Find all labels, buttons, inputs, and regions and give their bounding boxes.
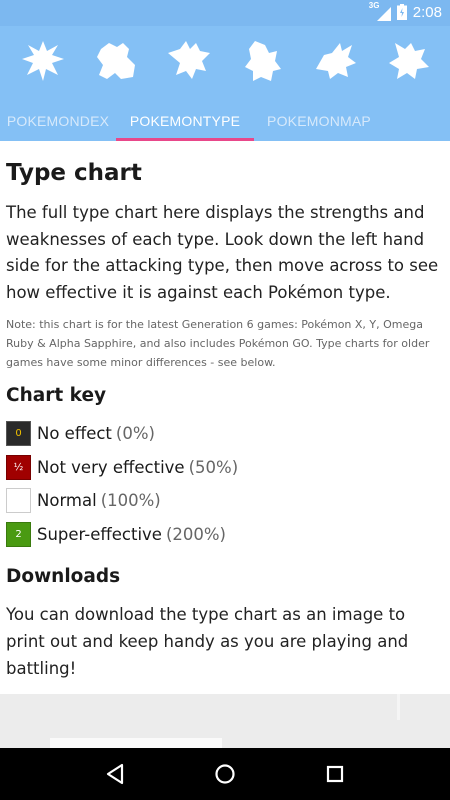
key-label: Super-effective	[37, 524, 162, 544]
downloads-paragraph: You can download the type chart as an im…	[6, 605, 409, 678]
key-item-normal: Normal (100%)	[6, 484, 444, 518]
recents-button[interactable]	[315, 754, 355, 794]
clock: 2:08	[412, 3, 442, 21]
key-swatch: ½	[6, 454, 31, 480]
tab-label: POKEMONTYPE	[129, 112, 241, 129]
back-button[interactable]	[95, 754, 135, 794]
key-percent: (50%)	[188, 457, 239, 477]
pokemon-silhouette-icon[interactable]	[236, 37, 288, 85]
page-title: Type chart	[6, 160, 142, 186]
navigation-bar	[0, 748, 450, 800]
home-icon	[215, 764, 235, 784]
back-icon	[106, 763, 124, 785]
battery-icon	[396, 4, 407, 20]
signal-icon: 3G	[369, 1, 391, 21]
key-item-not-very-effective: ½ Not very effective (50%)	[6, 451, 444, 485]
key-item-super-effective: 2 Super-effective (200%)	[6, 518, 444, 552]
tab-pokemonmap[interactable]: POKEMONMAP	[254, 100, 384, 141]
recents-icon	[326, 765, 344, 783]
key-swatch: 0	[6, 421, 31, 447]
status-icons: 3G 2:08	[369, 1, 442, 21]
tab-label: POKEMONDEX	[6, 112, 110, 129]
key-item-no-effect: 0 No effect (0%)	[6, 417, 444, 451]
pokemon-silhouette-icon[interactable]	[382, 37, 434, 85]
chart-key-heading: Chart key	[6, 385, 107, 406]
pokemon-silhouette-icon[interactable]	[309, 37, 361, 85]
pokemon-silhouette-icon[interactable]	[163, 37, 215, 85]
generation-note: Note: this chart is for the latest Gener…	[6, 318, 430, 369]
scroll-indicator	[397, 694, 400, 720]
key-label: Normal	[37, 491, 97, 511]
app-header: POKEMONDEX POKEMONTYPE POKEMONMAP	[0, 26, 450, 141]
type-chart-page[interactable]: Type chart The full type chart here disp…	[0, 141, 450, 694]
status-bar: 3G 2:08	[0, 0, 450, 26]
tab-bar: POKEMONDEX POKEMONTYPE POKEMONMAP	[0, 100, 450, 141]
home-button[interactable]	[205, 754, 245, 794]
key-percent: (100%)	[100, 491, 161, 511]
pokemon-silhouette-icon[interactable]	[90, 37, 142, 85]
tab-pokemontype[interactable]: POKEMONTYPE	[116, 100, 254, 141]
key-swatch: 2	[6, 521, 31, 547]
key-percent: (200%)	[165, 524, 226, 544]
key-label: Not very effective	[37, 457, 185, 477]
key-swatch	[6, 488, 31, 514]
key-label: No effect	[37, 424, 112, 444]
key-percent: (0%)	[115, 424, 155, 444]
intro-paragraph: The full type chart here displays the st…	[6, 203, 439, 302]
downloads-heading: Downloads	[6, 566, 121, 587]
chart-key-list: 0 No effect (0%) ½ Not very effective (5…	[6, 417, 444, 551]
pokemon-icon-row	[0, 36, 450, 86]
bottom-strip	[0, 694, 450, 748]
tab-label: POKEMONMAP	[267, 112, 371, 129]
pokemon-silhouette-icon[interactable]	[17, 37, 69, 85]
tab-pokemondex[interactable]: POKEMONDEX	[0, 100, 116, 141]
bottom-bar-fragment	[50, 738, 222, 748]
